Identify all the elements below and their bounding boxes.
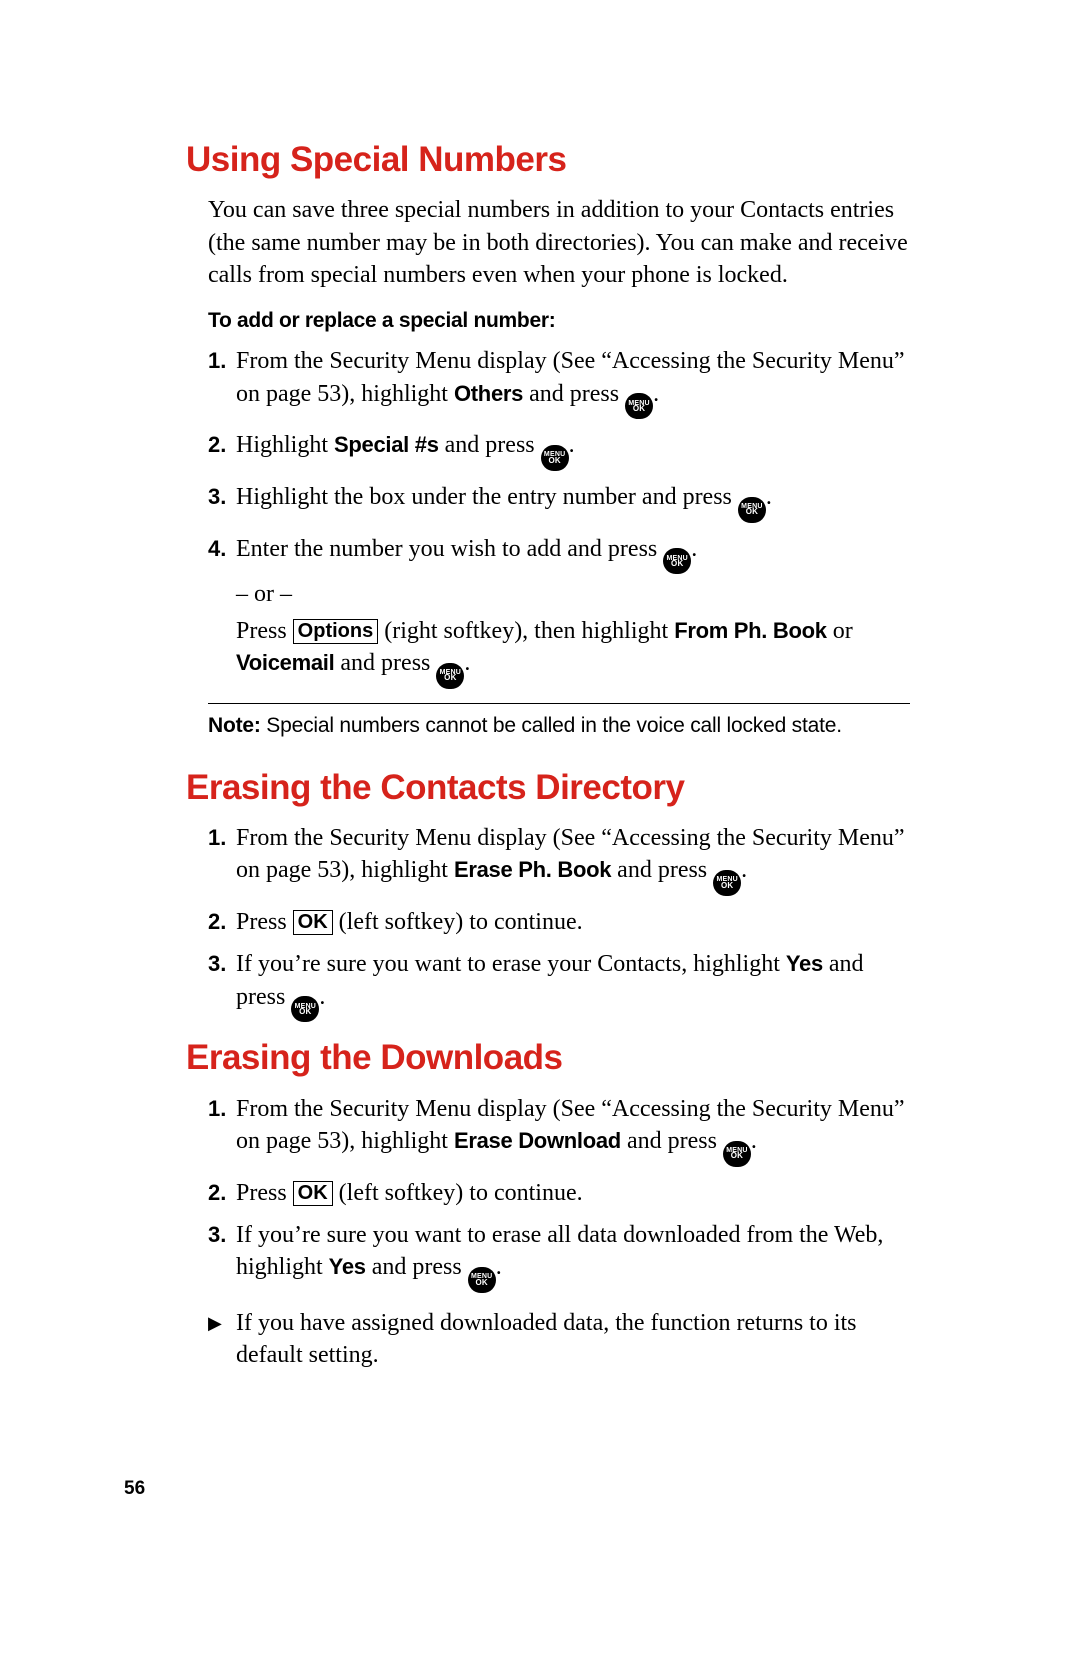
list-item: 2. Highlight Special #s and press MENUOK…: [208, 429, 910, 471]
list-item: 1. From the Security Menu display (See “…: [208, 345, 910, 419]
or-separator: – or –: [236, 578, 910, 610]
heading-erasing-contacts: Erasing the Contacts Directory: [186, 768, 910, 808]
menu-ok-icon: MENUOK: [738, 497, 766, 523]
step-number: 2.: [208, 1177, 236, 1209]
list-item: 3. If you’re sure you want to erase all …: [208, 1219, 910, 1293]
step-text: Enter the number you wish to add and pre…: [236, 533, 910, 689]
list-item: 1. From the Security Menu display (See “…: [208, 822, 910, 896]
steps-list-erase-downloads: 1. From the Security Menu display (See “…: [208, 1093, 910, 1293]
list-item: 3. Highlight the box under the entry num…: [208, 481, 910, 523]
step-text: Highlight the box under the entry number…: [236, 481, 910, 523]
options-softkey: Options: [293, 619, 379, 644]
ok-softkey: OK: [293, 910, 333, 935]
list-item: 1. From the Security Menu display (See “…: [208, 1093, 910, 1167]
intro-paragraph: You can save three special numbers in ad…: [208, 194, 910, 291]
heading-erasing-downloads: Erasing the Downloads: [186, 1038, 910, 1078]
list-item: 2. Press OK (left softkey) to continue.: [208, 906, 910, 938]
bullet-note: ▶ If you have assigned downloaded data, …: [208, 1307, 910, 1372]
step-number: 1.: [208, 1093, 236, 1167]
heading-using-special-numbers: Using Special Numbers: [186, 140, 910, 180]
steps-list-erase-contacts: 1. From the Security Menu display (See “…: [208, 822, 910, 1022]
step-text: From the Security Menu display (See “Acc…: [236, 1093, 910, 1167]
triangle-bullet-icon: ▶: [208, 1307, 236, 1372]
steps-list-special-numbers: 1. From the Security Menu display (See “…: [208, 345, 910, 688]
subheading-add-replace: To add or replace a special number:: [208, 309, 910, 333]
menu-ok-icon: MENUOK: [468, 1267, 496, 1293]
step-number: 2.: [208, 429, 236, 471]
list-item: 3. If you’re sure you want to erase your…: [208, 948, 910, 1022]
step-text: Press OK (left softkey) to continue.: [236, 906, 910, 938]
menu-ok-icon: MENUOK: [723, 1141, 751, 1167]
ok-softkey: OK: [293, 1181, 333, 1206]
list-item: 2. Press OK (left softkey) to continue.: [208, 1177, 910, 1209]
step-text: From the Security Menu display (See “Acc…: [236, 822, 910, 896]
menu-ok-icon: MENUOK: [625, 393, 653, 419]
step-number: 3.: [208, 481, 236, 523]
step-text: Press OK (left softkey) to continue.: [236, 1177, 910, 1209]
menu-ok-icon: MENUOK: [436, 663, 464, 689]
menu-ok-icon: MENUOK: [541, 445, 569, 471]
list-item: 4. Enter the number you wish to add and …: [208, 533, 910, 689]
note-label: Note:: [208, 714, 261, 737]
step-text: If you’re sure you want to erase your Co…: [236, 948, 910, 1022]
step-number: 1.: [208, 822, 236, 896]
page-number: 56: [124, 1478, 145, 1500]
menu-ok-icon: MENUOK: [713, 870, 741, 896]
menu-ok-icon: MENUOK: [291, 996, 319, 1022]
step-text: Highlight Special #s and press MENUOK.: [236, 429, 910, 471]
step-number: 4.: [208, 533, 236, 689]
step-text: From the Security Menu display (See “Acc…: [236, 345, 910, 419]
note-block: Note: Special numbers cannot be called i…: [208, 703, 910, 738]
note-text: Special numbers cannot be called in the …: [261, 714, 842, 737]
step-number: 3.: [208, 948, 236, 1022]
step-number: 2.: [208, 906, 236, 938]
step-number: 1.: [208, 345, 236, 419]
menu-ok-icon: MENUOK: [663, 548, 691, 574]
bullet-text: If you have assigned downloaded data, th…: [236, 1307, 910, 1372]
document-page: Using Special Numbers You can save three…: [0, 0, 1080, 1372]
step-text: If you’re sure you want to erase all dat…: [236, 1219, 910, 1293]
step-number: 3.: [208, 1219, 236, 1293]
